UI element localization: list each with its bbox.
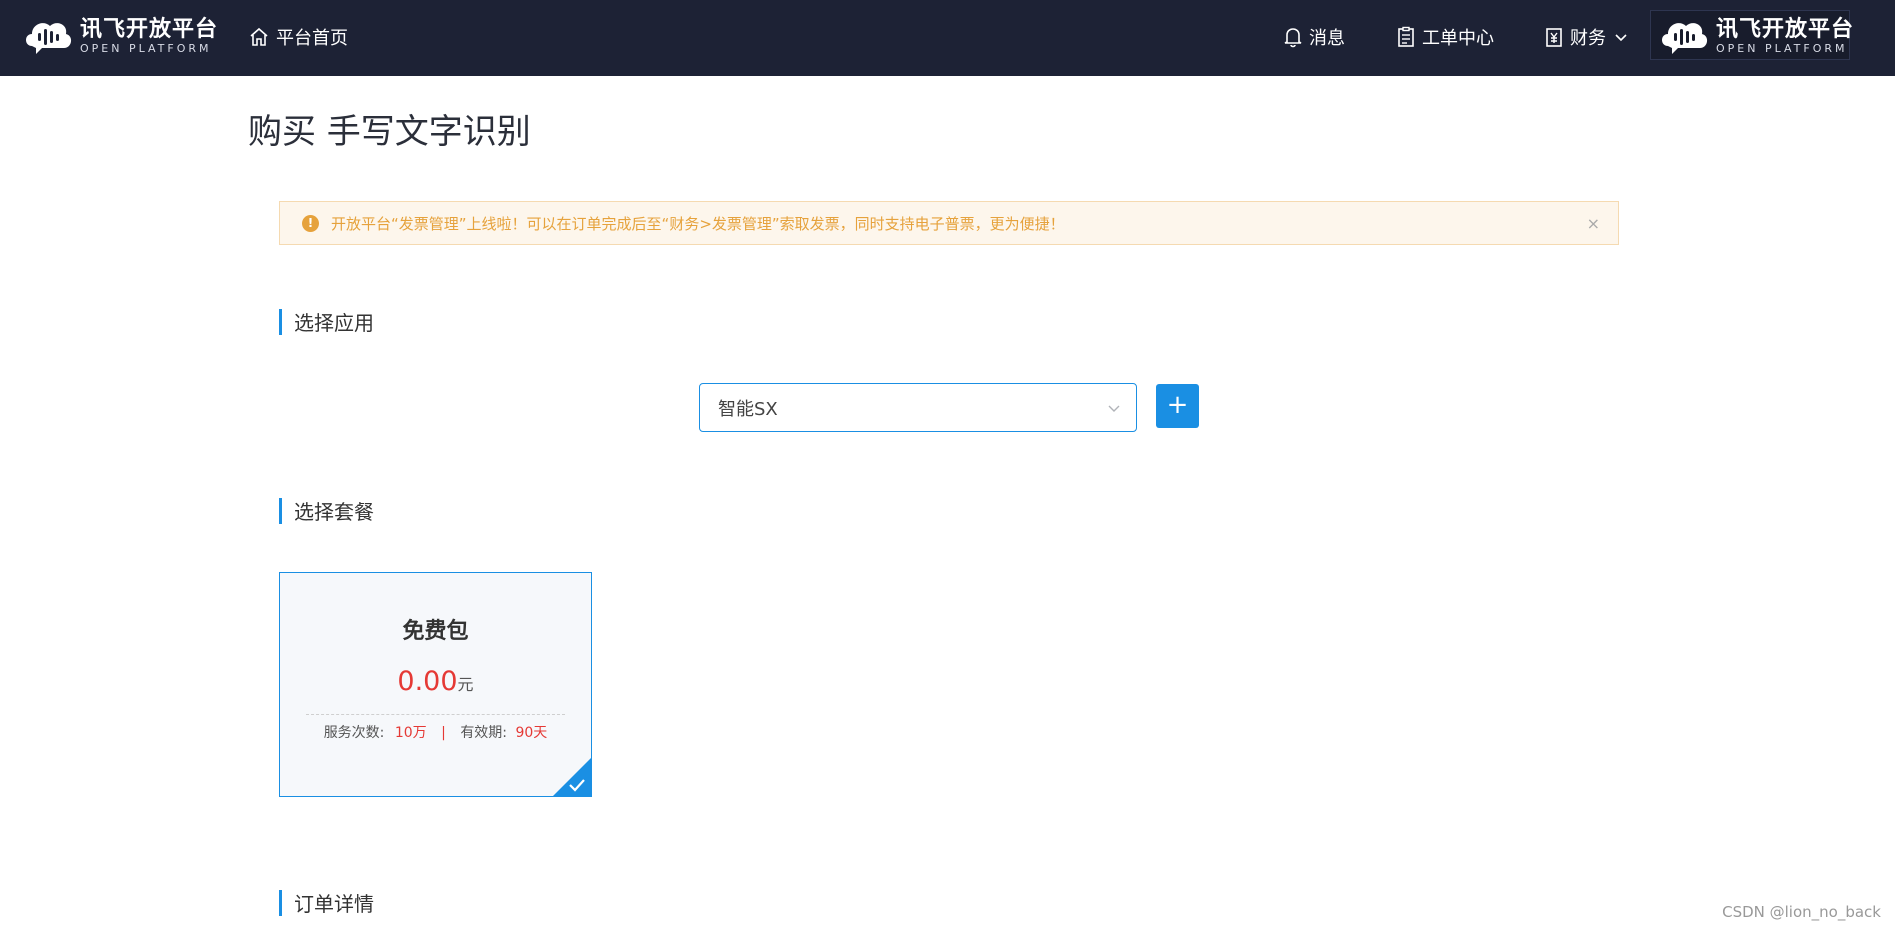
chevron-down-icon [1615, 34, 1627, 42]
price-value: 0.00 [397, 666, 458, 697]
nav-messages-label: 消息 [1309, 28, 1345, 49]
nav-ticket-center-link[interactable]: 工单中心 [1396, 24, 1494, 50]
page-title: 购买 手写文字识别 [248, 112, 531, 152]
package-price: 0.00元 [280, 666, 591, 697]
section-order-details: 订单详情 [279, 888, 374, 917]
nav-finance-dropdown[interactable]: 财务 [1544, 24, 1630, 50]
info-separator: | [441, 725, 446, 741]
section-select-package: 选择套餐 [279, 496, 374, 525]
check-icon [569, 779, 585, 792]
section-select-app: 选择应用 [279, 307, 374, 336]
add-app-button[interactable]: + [1156, 384, 1199, 428]
csdn-watermark: CSDN @lion_no_back [1722, 903, 1881, 921]
validity-value: 90天 [515, 725, 548, 741]
service-value: 10万 [394, 725, 427, 741]
finance-icon [1546, 28, 1562, 47]
platform-logo-right: 讯飞开放平台 OPEN PLATFORM [1658, 14, 1854, 58]
clipboard-icon [1398, 26, 1414, 47]
home-icon [250, 27, 268, 46]
section-accent-bar [279, 889, 282, 916]
nav-ticket-label: 工单中心 [1422, 28, 1494, 49]
nav-home-link[interactable]: 平台首页 [248, 24, 348, 50]
chevron-down-icon [1108, 405, 1120, 412]
package-card-free[interactable]: 免费包 0.00元 服务次数: 10万 | 有效期: 90天 [279, 572, 592, 797]
section-title: 选择套餐 [294, 500, 374, 524]
logo-text-cn: 讯飞开放平台 [80, 16, 219, 42]
package-info: 服务次数: 10万 | 有效期: 90天 [280, 722, 591, 742]
cloud-logo-icon [22, 14, 74, 58]
invoice-notice-alert: ! 开放平台“发票管理”上线啦！可以在订单完成后至“财务>发票管理”索取发票，同… [279, 201, 1619, 245]
nav-home-label: 平台首页 [276, 28, 348, 49]
warning-icon: ! [302, 214, 319, 232]
top-navigation-bar: 讯飞开放平台 OPEN PLATFORM 平台首页 消息 工单中心 财务 讯飞开… [0, 0, 1895, 76]
section-accent-bar [279, 308, 282, 335]
logo-text-en: OPEN PLATFORM [80, 41, 212, 55]
package-name: 免费包 [402, 619, 469, 644]
validity-label: 有效期: [460, 725, 508, 741]
close-icon[interactable]: × [1587, 214, 1600, 233]
platform-logo[interactable]: 讯飞开放平台 OPEN PLATFORM [22, 14, 218, 58]
logo-text-cn: 讯飞开放平台 [1716, 16, 1855, 42]
app-select-value: 智能SX [718, 398, 778, 420]
nav-messages-link[interactable]: 消息 [1283, 24, 1345, 50]
service-label: 服务次数: [323, 725, 385, 741]
nav-finance-label: 财务 [1570, 28, 1606, 49]
section-title: 选择应用 [294, 311, 374, 335]
cloud-logo-icon [1658, 14, 1710, 58]
card-divider [306, 714, 565, 715]
price-unit: 元 [457, 675, 474, 694]
section-accent-bar [279, 497, 282, 524]
bell-icon [1284, 28, 1302, 48]
app-select[interactable]: 智能SX [699, 383, 1137, 432]
logo-text-en: OPEN PLATFORM [1716, 41, 1848, 55]
section-title: 订单详情 [294, 892, 374, 916]
alert-message: 开放平台“发票管理”上线啦！可以在订单完成后至“财务>发票管理”索取发票，同时支… [331, 214, 1065, 233]
